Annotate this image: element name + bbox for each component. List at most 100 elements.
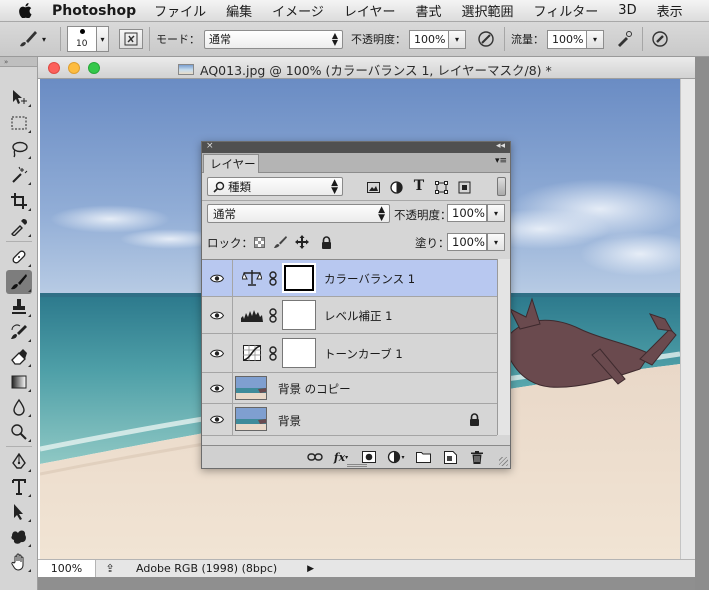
pressure-size-toggle[interactable] — [649, 28, 671, 50]
mode-select[interactable]: 通常 ▲ ▼ — [204, 29, 343, 49]
custom-shape-tool[interactable] — [6, 525, 32, 549]
magic-wand-tool[interactable] — [6, 163, 32, 187]
delete-layer-icon[interactable] — [468, 449, 486, 465]
layer-thumbnail[interactable] — [235, 407, 267, 431]
eraser-tool[interactable] — [6, 345, 32, 369]
type-tool[interactable] — [6, 475, 32, 499]
menu-image[interactable]: イメージ — [272, 1, 324, 20]
flow-slider-toggle[interactable]: ▾ — [587, 29, 604, 49]
history-brush-tool[interactable] — [6, 320, 32, 344]
visibility-eye-icon[interactable] — [202, 404, 233, 435]
healing-brush-tool[interactable] — [6, 245, 32, 269]
menu-filter[interactable]: フィルター — [534, 1, 599, 20]
filter-adjustment-layers-icon[interactable] — [388, 179, 404, 195]
clone-stamp-tool[interactable] — [6, 295, 32, 319]
layer-opacity-slider-toggle[interactable]: ▾ — [487, 204, 505, 222]
eyedropper-tool[interactable] — [6, 215, 32, 239]
mask-link-icon[interactable] — [268, 307, 278, 323]
menu-edit[interactable]: 編集 — [226, 1, 252, 20]
filter-type-layers-icon[interactable]: T — [411, 178, 427, 194]
layer-row-curves[interactable]: トーンカーブ 1 — [202, 334, 497, 373]
panel-bottom-grip[interactable] — [347, 464, 367, 467]
gradient-tool[interactable] — [6, 370, 32, 394]
visibility-eye-icon[interactable] — [202, 297, 233, 333]
lock-transparent-pixels-icon[interactable] — [251, 234, 267, 250]
minimize-window-button[interactable] — [68, 62, 80, 74]
brush-size-dropdown[interactable]: ▾ — [97, 26, 109, 52]
dodge-tool[interactable] — [6, 420, 32, 444]
collapse-icon[interactable]: ◂◂ — [496, 141, 505, 151]
flow-input[interactable]: 100% — [547, 29, 587, 49]
opacity-input[interactable]: 100% — [409, 29, 449, 49]
new-group-folder-icon[interactable] — [414, 449, 432, 465]
menu-3d[interactable]: 3D — [618, 3, 636, 18]
layer-name[interactable]: 背景 — [278, 413, 301, 429]
filter-shape-layers-icon[interactable] — [433, 179, 449, 195]
layer-name[interactable]: 背景 のコピー — [278, 381, 351, 397]
blend-mode-select[interactable]: 通常 ▲ ▼ — [207, 204, 390, 223]
new-adjustment-layer-icon[interactable]: ▾ — [387, 449, 405, 465]
marquee-tool[interactable] — [6, 111, 32, 135]
close-icon[interactable]: × — [206, 141, 214, 151]
add-mask-icon[interactable] — [360, 449, 378, 465]
menu-file[interactable]: ファイル — [154, 1, 206, 20]
visibility-eye-icon[interactable] — [202, 373, 233, 403]
layer-list-scrollbar[interactable] — [497, 259, 510, 435]
layer-row-background[interactable]: 背景 — [202, 404, 497, 436]
layer-row-background-copy[interactable]: 背景 のコピー — [202, 373, 497, 404]
apple-icon[interactable] — [14, 3, 36, 18]
menu-select[interactable]: 選択範囲 — [462, 1, 514, 20]
layer-mask-thumbnail[interactable] — [282, 300, 316, 330]
hand-tool[interactable] — [6, 550, 32, 574]
link-layers-icon[interactable] — [306, 449, 324, 465]
layer-name[interactable]: トーンカーブ 1 — [324, 346, 403, 362]
vertical-scrollbar[interactable] — [680, 79, 695, 559]
new-layer-icon[interactable] — [441, 449, 459, 465]
menu-type[interactable]: 書式 — [416, 1, 442, 20]
menu-layer[interactable]: レイヤー — [344, 1, 396, 20]
lock-image-pixels-icon[interactable] — [272, 234, 288, 250]
visibility-eye-icon[interactable] — [202, 260, 233, 296]
mask-link-icon[interactable] — [268, 345, 278, 361]
zoom-level-field[interactable]: 100% — [38, 559, 96, 578]
pen-tool[interactable] — [6, 450, 32, 474]
tool-preset-picker[interactable]: ▾ — [10, 28, 54, 50]
filter-toggle-switch[interactable] — [497, 177, 506, 196]
panel-header[interactable]: × ◂◂ — [202, 141, 510, 153]
layer-thumbnail[interactable] — [235, 376, 267, 400]
brush-panel-toggle[interactable] — [119, 29, 143, 49]
opacity-slider-toggle[interactable]: ▾ — [449, 29, 466, 49]
status-menu-arrow-icon[interactable]: ▶ — [307, 564, 314, 574]
layer-name[interactable]: カラーバランス 1 — [324, 271, 415, 287]
layer-row-color-balance[interactable]: カラーバランス 1 — [202, 260, 497, 297]
move-tool[interactable] — [6, 85, 32, 109]
crop-tool[interactable] — [6, 189, 32, 213]
mask-link-icon[interactable] — [268, 270, 278, 286]
close-window-button[interactable] — [48, 62, 60, 74]
brush-tool[interactable] — [6, 270, 32, 294]
brush-size-picker[interactable]: 10 — [67, 26, 97, 52]
lasso-tool[interactable] — [6, 137, 32, 161]
lock-all-icon[interactable] — [318, 234, 334, 250]
layer-style-fx-button[interactable]: fx ▾ — [332, 449, 350, 465]
zoom-window-button[interactable] — [88, 62, 100, 74]
fill-slider-toggle[interactable]: ▾ — [487, 233, 505, 251]
filter-kind-select[interactable]: 種類 ▲ ▼ — [207, 177, 343, 196]
tools-panel-grip[interactable]: » — [0, 57, 37, 67]
blur-tool[interactable] — [6, 395, 32, 419]
filter-pixel-layers-icon[interactable] — [365, 179, 381, 195]
filter-smart-objects-icon[interactable] — [456, 179, 472, 195]
pressure-opacity-toggle[interactable] — [474, 28, 498, 50]
menu-view[interactable]: 表示 — [657, 1, 683, 20]
resize-grip-icon[interactable] — [499, 457, 508, 466]
lock-position-icon[interactable] — [294, 234, 310, 250]
tab-layers[interactable]: レイヤー — [203, 154, 259, 173]
airbrush-toggle[interactable] — [612, 28, 636, 50]
app-menu-photoshop[interactable]: Photoshop — [52, 3, 136, 19]
path-selection-tool[interactable] — [6, 500, 32, 524]
share-icon[interactable]: ⇪ — [102, 562, 118, 575]
panel-menu-icon[interactable]: ▾≡ — [495, 156, 507, 166]
layer-row-levels[interactable]: レベル補正 1 — [202, 297, 497, 334]
layer-mask-thumbnail[interactable] — [282, 338, 316, 368]
layer-mask-thumbnail[interactable] — [282, 263, 316, 293]
